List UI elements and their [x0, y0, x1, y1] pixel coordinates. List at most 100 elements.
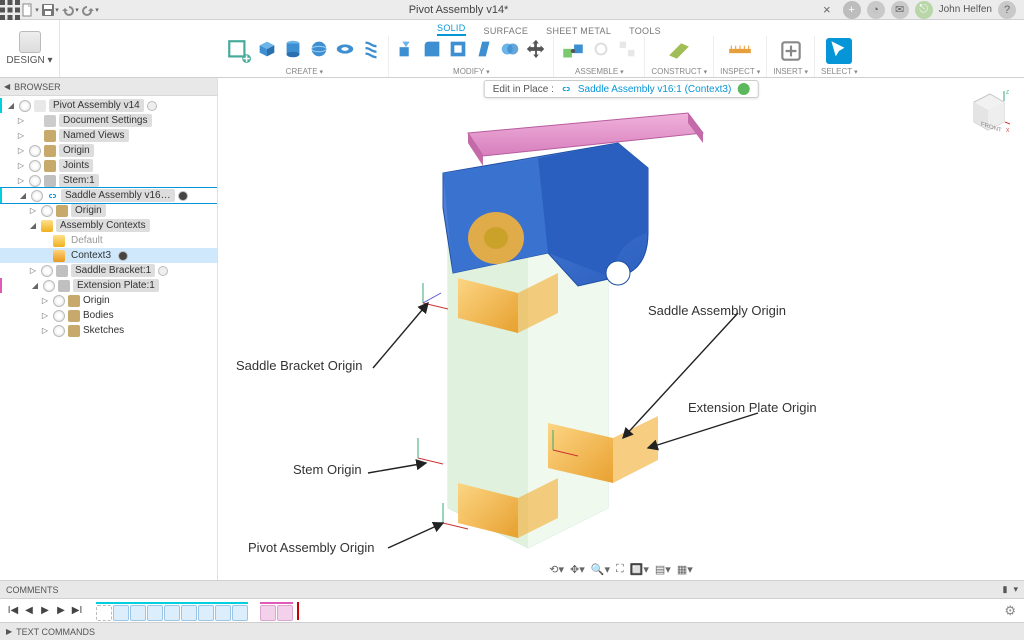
collapse-icon[interactable]: ◀ [4, 82, 10, 91]
visibility-icon[interactable] [53, 295, 65, 307]
draft-icon[interactable] [473, 38, 495, 60]
display-icon[interactable]: ▤▾ [655, 563, 671, 576]
timeline-chip[interactable] [130, 605, 146, 621]
presspull-icon[interactable] [395, 38, 417, 60]
timeline-play-icon[interactable]: ▶ [38, 604, 52, 618]
qat-file-icon[interactable]: ▾ [20, 0, 40, 20]
user-name[interactable]: John Helfen [939, 4, 992, 15]
coil-icon[interactable] [360, 38, 382, 60]
lookat-icon[interactable]: 🔲▾ [630, 563, 649, 576]
timeline-end-icon[interactable]: ▶I [70, 604, 84, 618]
tree-context3[interactable]: Context3 [0, 248, 217, 263]
expand-icon[interactable]: ▶ [6, 627, 12, 636]
visibility-icon[interactable] [29, 145, 41, 157]
tree-joints[interactable]: ▷Joints [0, 158, 217, 173]
radio-active-icon[interactable] [118, 251, 128, 261]
tree-assembly-contexts[interactable]: ◢Assembly Contexts [0, 218, 217, 233]
visibility-icon[interactable] [53, 325, 65, 337]
box-icon[interactable] [256, 38, 278, 60]
combine-icon[interactable] [499, 38, 521, 60]
insert-icon[interactable] [778, 38, 804, 64]
torus-icon[interactable] [334, 38, 356, 60]
timeline-chip[interactable] [277, 605, 293, 621]
visibility-icon[interactable] [29, 160, 41, 172]
fillet-icon[interactable] [421, 38, 443, 60]
rigid-group-icon[interactable] [616, 38, 638, 60]
view-cube[interactable]: FRONT X Z [964, 88, 1010, 134]
timeline-stepfwd-icon[interactable]: ▶ [54, 604, 68, 618]
visibility-icon[interactable] [31, 190, 43, 202]
timeline-marker[interactable] [297, 602, 299, 620]
measure-icon[interactable] [727, 38, 753, 64]
comments-collapse-icon[interactable]: ▾ [1013, 584, 1018, 595]
notifications-icon[interactable]: ✉ [891, 1, 909, 19]
joint-origin-icon[interactable] [590, 38, 612, 60]
tree-saddle-origin[interactable]: ▷Origin [0, 203, 217, 218]
tree-saddle-assembly[interactable]: ◢ Saddle Assembly v16… [0, 188, 217, 203]
select-icon[interactable] [826, 38, 852, 64]
tree-stem[interactable]: ▷Stem:1 [0, 173, 217, 188]
visibility-icon[interactable] [41, 265, 53, 277]
grid-toggle-icon[interactable]: ▦▾ [677, 563, 693, 576]
tree-ext-origin[interactable]: ▷Origin [0, 293, 217, 308]
user-avatar-icon[interactable]: ⎋ [915, 1, 933, 19]
tree-origin[interactable]: ▷Origin [0, 143, 217, 158]
radio-icon[interactable] [147, 101, 157, 111]
qat-undo-icon[interactable]: ▾ [60, 0, 80, 20]
new-tab-icon[interactable]: + [843, 1, 861, 19]
timeline-chip[interactable] [113, 605, 129, 621]
tree-root[interactable]: ◢ Pivot Assembly v14 [0, 98, 217, 113]
visibility-icon[interactable] [29, 175, 41, 187]
visibility-icon[interactable] [41, 205, 53, 217]
timeline-chip[interactable] [198, 605, 214, 621]
pan-icon[interactable]: ✥▾ [570, 563, 585, 576]
move-icon[interactable] [525, 38, 547, 60]
comments-pin-icon[interactable]: ▮ [1003, 584, 1008, 595]
timeline-segment[interactable] [260, 602, 293, 620]
timeline-chip[interactable] [215, 605, 231, 621]
new-sketch-icon[interactable] [226, 38, 252, 64]
app-menu-icon[interactable] [0, 0, 20, 20]
joint-icon[interactable] [560, 38, 586, 64]
fit-icon[interactable]: ⛶ [616, 563, 624, 576]
tree-context-default[interactable]: Default [0, 233, 217, 248]
timeline-rewind-icon[interactable]: I◀ [6, 604, 20, 618]
tree-extension-plate[interactable]: ◢Extension Plate:1 [0, 278, 217, 293]
radio-icon[interactable] [158, 266, 168, 276]
viewport[interactable]: Edit in Place : Saddle Assembly v16:1 (C… [218, 78, 1024, 580]
timeline-chip[interactable] [181, 605, 197, 621]
radio-active-icon[interactable] [178, 191, 188, 201]
close-tab-icon[interactable]: × [817, 2, 837, 17]
workspace-switcher[interactable]: DESIGN ▾ [0, 20, 60, 77]
help-icon[interactable]: ? [998, 1, 1016, 19]
visibility-icon[interactable] [19, 100, 31, 112]
timeline-chip[interactable] [96, 605, 112, 621]
tree-named-views[interactable]: ▷Named Views [0, 128, 217, 143]
shell-icon[interactable] [447, 38, 469, 60]
plane-icon[interactable] [666, 38, 692, 64]
visibility-icon[interactable] [53, 310, 65, 322]
timeline-settings-icon[interactable]: ⚙ [1004, 603, 1016, 619]
zoom-icon[interactable]: 🔍▾ [591, 563, 610, 576]
orbit-icon[interactable]: ⟲▾ [549, 563, 564, 576]
tab-surface[interactable]: SURFACE [484, 26, 529, 36]
qat-save-icon[interactable]: ▾ [40, 0, 60, 20]
tree-ext-sketches[interactable]: ▷Sketches [0, 323, 217, 338]
timeline-chip[interactable] [260, 605, 276, 621]
cylinder-icon[interactable] [282, 38, 304, 60]
timeline-segment[interactable] [96, 602, 248, 620]
tree-ext-bodies[interactable]: ▷Bodies [0, 308, 217, 323]
tab-sheetmetal[interactable]: SHEET METAL [546, 26, 611, 36]
qat-redo-icon[interactable]: ▾ [80, 0, 100, 20]
browser-header[interactable]: ◀ BROWSER [0, 78, 217, 96]
tree-saddle-bracket[interactable]: ▷Saddle Bracket:1 [0, 263, 217, 278]
timeline-chip[interactable] [232, 605, 248, 621]
visibility-icon[interactable] [43, 280, 55, 292]
comments-bar[interactable]: COMMENTS ▮ ▾ [0, 580, 1024, 598]
tab-tools[interactable]: TOOLS [629, 26, 661, 36]
timeline-chip[interactable] [147, 605, 163, 621]
tree-doc-settings[interactable]: ▷Document Settings [0, 113, 217, 128]
text-commands-bar[interactable]: ▶ TEXT COMMANDS [0, 622, 1024, 640]
sphere-icon[interactable] [308, 38, 330, 60]
extensions-icon[interactable]: ◔ [867, 1, 885, 19]
